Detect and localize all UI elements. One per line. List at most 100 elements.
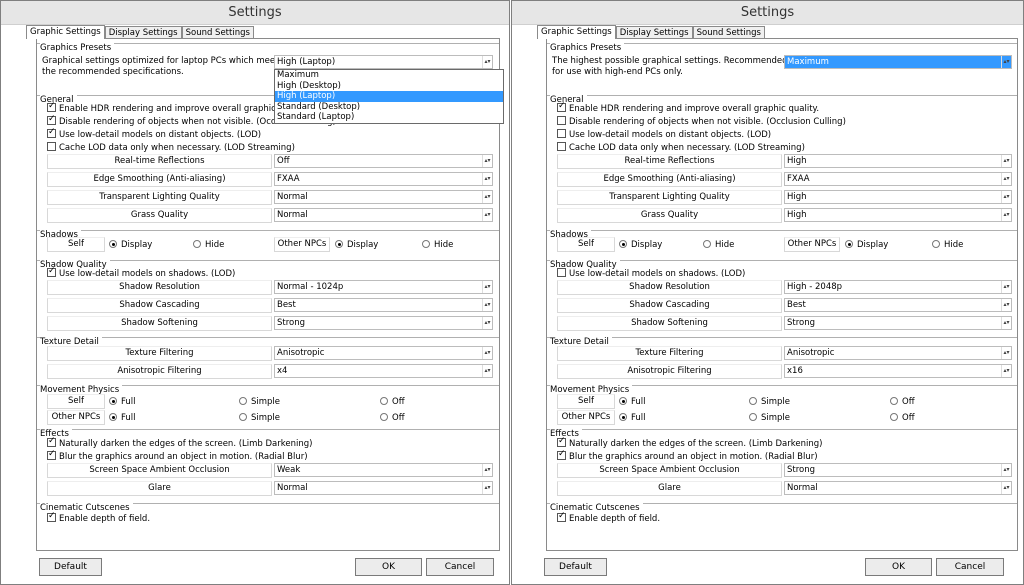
option-standard-desktop[interactable]: Standard (Desktop) xyxy=(275,102,503,113)
shadow-softening-select[interactable]: Strong ▴▾ xyxy=(784,316,1012,330)
checkbox[interactable] xyxy=(557,436,566,447)
edge-smoothing-select[interactable]: FXAA ▴▾ xyxy=(274,172,493,186)
radio[interactable] xyxy=(749,413,757,421)
tab-graphic-settings[interactable]: Graphic Settings xyxy=(26,25,105,39)
radio[interactable] xyxy=(109,240,117,248)
radio[interactable] xyxy=(749,397,757,405)
radio[interactable] xyxy=(619,413,627,421)
texture-filtering-select[interactable]: Anisotropic ▴▾ xyxy=(784,346,1012,360)
shadow-resolution-select[interactable]: Normal - 1024p ▴▾ xyxy=(274,280,493,294)
radio[interactable] xyxy=(890,413,898,421)
option-high-laptop[interactable]: High (Laptop) xyxy=(275,91,503,102)
checkbox[interactable] xyxy=(47,101,56,112)
radio[interactable] xyxy=(932,240,940,248)
shadow-cascading-select[interactable]: Best ▴▾ xyxy=(274,298,493,312)
movement-self-full-radio[interactable]: Full xyxy=(619,397,646,407)
checkbox[interactable] xyxy=(557,129,566,138)
movement-self-off-radio[interactable]: Off xyxy=(890,397,915,407)
lod-checkbox-row[interactable]: Use low-detail models on distant objects… xyxy=(557,129,771,140)
edge-smoothing-select[interactable]: FXAA ▴▾ xyxy=(784,172,1012,186)
radio[interactable] xyxy=(109,413,117,421)
checkbox[interactable] xyxy=(47,142,56,151)
checkbox[interactable] xyxy=(557,142,566,151)
checkbox[interactable] xyxy=(557,511,566,522)
checkbox[interactable] xyxy=(557,101,566,112)
movement-other-off-radio[interactable]: Off xyxy=(890,413,915,423)
ssao-select[interactable]: Weak ▴▾ xyxy=(274,463,493,477)
shadows-self-hide-radio[interactable]: Hide xyxy=(703,240,734,250)
option-high-desktop[interactable]: High (Desktop) xyxy=(275,81,503,92)
radio[interactable] xyxy=(193,240,201,248)
reflections-select[interactable]: High ▴▾ xyxy=(784,154,1012,168)
shadow-softening-select[interactable]: Strong ▴▾ xyxy=(274,316,493,330)
graphics-preset-select[interactable]: High (Laptop) ▴▾ xyxy=(274,55,493,69)
shadows-self-display-radio[interactable]: Display xyxy=(109,240,152,250)
transparent-lighting-select[interactable]: High ▴▾ xyxy=(784,190,1012,204)
default-button[interactable]: Default xyxy=(544,558,607,576)
movement-other-simple-radio[interactable]: Simple xyxy=(749,413,790,423)
radio[interactable] xyxy=(109,397,117,405)
grass-quality-select[interactable]: High ▴▾ xyxy=(784,208,1012,222)
lod-checkbox-row[interactable]: Use low-detail models on distant objects… xyxy=(47,127,261,140)
ok-button[interactable]: OK xyxy=(865,558,932,576)
checkbox[interactable] xyxy=(47,127,56,138)
glare-select[interactable]: Normal ▴▾ xyxy=(784,481,1012,495)
checkbox[interactable] xyxy=(47,266,56,277)
shadow-lod-checkbox-row[interactable]: Use low-detail models on shadows. (LOD) xyxy=(47,266,235,279)
radial-blur-checkbox-row[interactable]: Blur the graphics around an object in mo… xyxy=(47,449,308,462)
movement-self-full-radio[interactable]: Full xyxy=(109,397,136,407)
radio[interactable] xyxy=(845,240,853,248)
movement-other-full-radio[interactable]: Full xyxy=(109,413,136,423)
grass-quality-select[interactable]: Normal ▴▾ xyxy=(274,208,493,222)
movement-other-full-radio[interactable]: Full xyxy=(619,413,646,423)
shadow-resolution-select[interactable]: High - 2048p ▴▾ xyxy=(784,280,1012,294)
radio[interactable] xyxy=(380,397,388,405)
checkbox[interactable] xyxy=(47,114,56,125)
radio[interactable] xyxy=(619,397,627,405)
checkbox[interactable] xyxy=(557,449,566,460)
radio[interactable] xyxy=(619,240,627,248)
shadows-self-hide-radio[interactable]: Hide xyxy=(193,240,224,250)
option-maximum[interactable]: Maximum xyxy=(275,70,503,81)
dof-checkbox-row[interactable]: Enable depth of field. xyxy=(47,511,150,524)
limb-darkening-checkbox-row[interactable]: Naturally darken the edges of the screen… xyxy=(557,436,822,449)
movement-other-off-radio[interactable]: Off xyxy=(380,413,405,423)
shadows-other-hide-radio[interactable]: Hide xyxy=(422,240,453,250)
shadows-self-display-radio[interactable]: Display xyxy=(619,240,662,250)
ok-button[interactable]: OK xyxy=(355,558,422,576)
hdr-checkbox-row[interactable]: Enable HDR rendering and improve overall… xyxy=(47,101,295,114)
limb-darkening-checkbox-row[interactable]: Naturally darken the edges of the screen… xyxy=(47,436,312,449)
tab-graphic-settings[interactable]: Graphic Settings xyxy=(537,25,616,39)
transparent-lighting-select[interactable]: Normal ▴▾ xyxy=(274,190,493,204)
shadows-other-display-radio[interactable]: Display xyxy=(335,240,378,250)
checkbox[interactable] xyxy=(557,116,566,125)
checkbox[interactable] xyxy=(557,268,566,277)
option-standard-laptop[interactable]: Standard (Laptop) xyxy=(275,112,503,123)
cancel-button[interactable]: Cancel xyxy=(426,558,494,576)
texture-filtering-select[interactable]: Anisotropic ▴▾ xyxy=(274,346,493,360)
movement-other-simple-radio[interactable]: Simple xyxy=(239,413,280,423)
occlusion-checkbox-row[interactable]: Disable rendering of objects when not vi… xyxy=(557,116,846,127)
graphics-preset-select[interactable]: Maximum ▴▾ xyxy=(784,55,1012,69)
default-button[interactable]: Default xyxy=(39,558,102,576)
checkbox[interactable] xyxy=(47,436,56,447)
lod-streaming-checkbox-row[interactable]: Cache LOD data only when necessary. (LOD… xyxy=(557,142,805,153)
checkbox[interactable] xyxy=(47,449,56,460)
lod-streaming-checkbox-row[interactable]: Cache LOD data only when necessary. (LOD… xyxy=(47,142,295,153)
dof-checkbox-row[interactable]: Enable depth of field. xyxy=(557,511,660,524)
radio[interactable] xyxy=(335,240,343,248)
cancel-button[interactable]: Cancel xyxy=(936,558,1004,576)
shadows-other-hide-radio[interactable]: Hide xyxy=(932,240,963,250)
movement-self-simple-radio[interactable]: Simple xyxy=(749,397,790,407)
radio[interactable] xyxy=(239,413,247,421)
hdr-checkbox-row[interactable]: Enable HDR rendering and improve overall… xyxy=(557,101,819,114)
anisotropic-filtering-select[interactable]: x16 ▴▾ xyxy=(784,364,1012,378)
reflections-select[interactable]: Off ▴▾ xyxy=(274,154,493,168)
anisotropic-filtering-select[interactable]: x4 ▴▾ xyxy=(274,364,493,378)
radio[interactable] xyxy=(422,240,430,248)
shadow-lod-checkbox-row[interactable]: Use low-detail models on shadows. (LOD) xyxy=(557,268,745,279)
shadow-cascading-select[interactable]: Best ▴▾ xyxy=(784,298,1012,312)
shadows-other-display-radio[interactable]: Display xyxy=(845,240,888,250)
radio[interactable] xyxy=(703,240,711,248)
movement-self-simple-radio[interactable]: Simple xyxy=(239,397,280,407)
